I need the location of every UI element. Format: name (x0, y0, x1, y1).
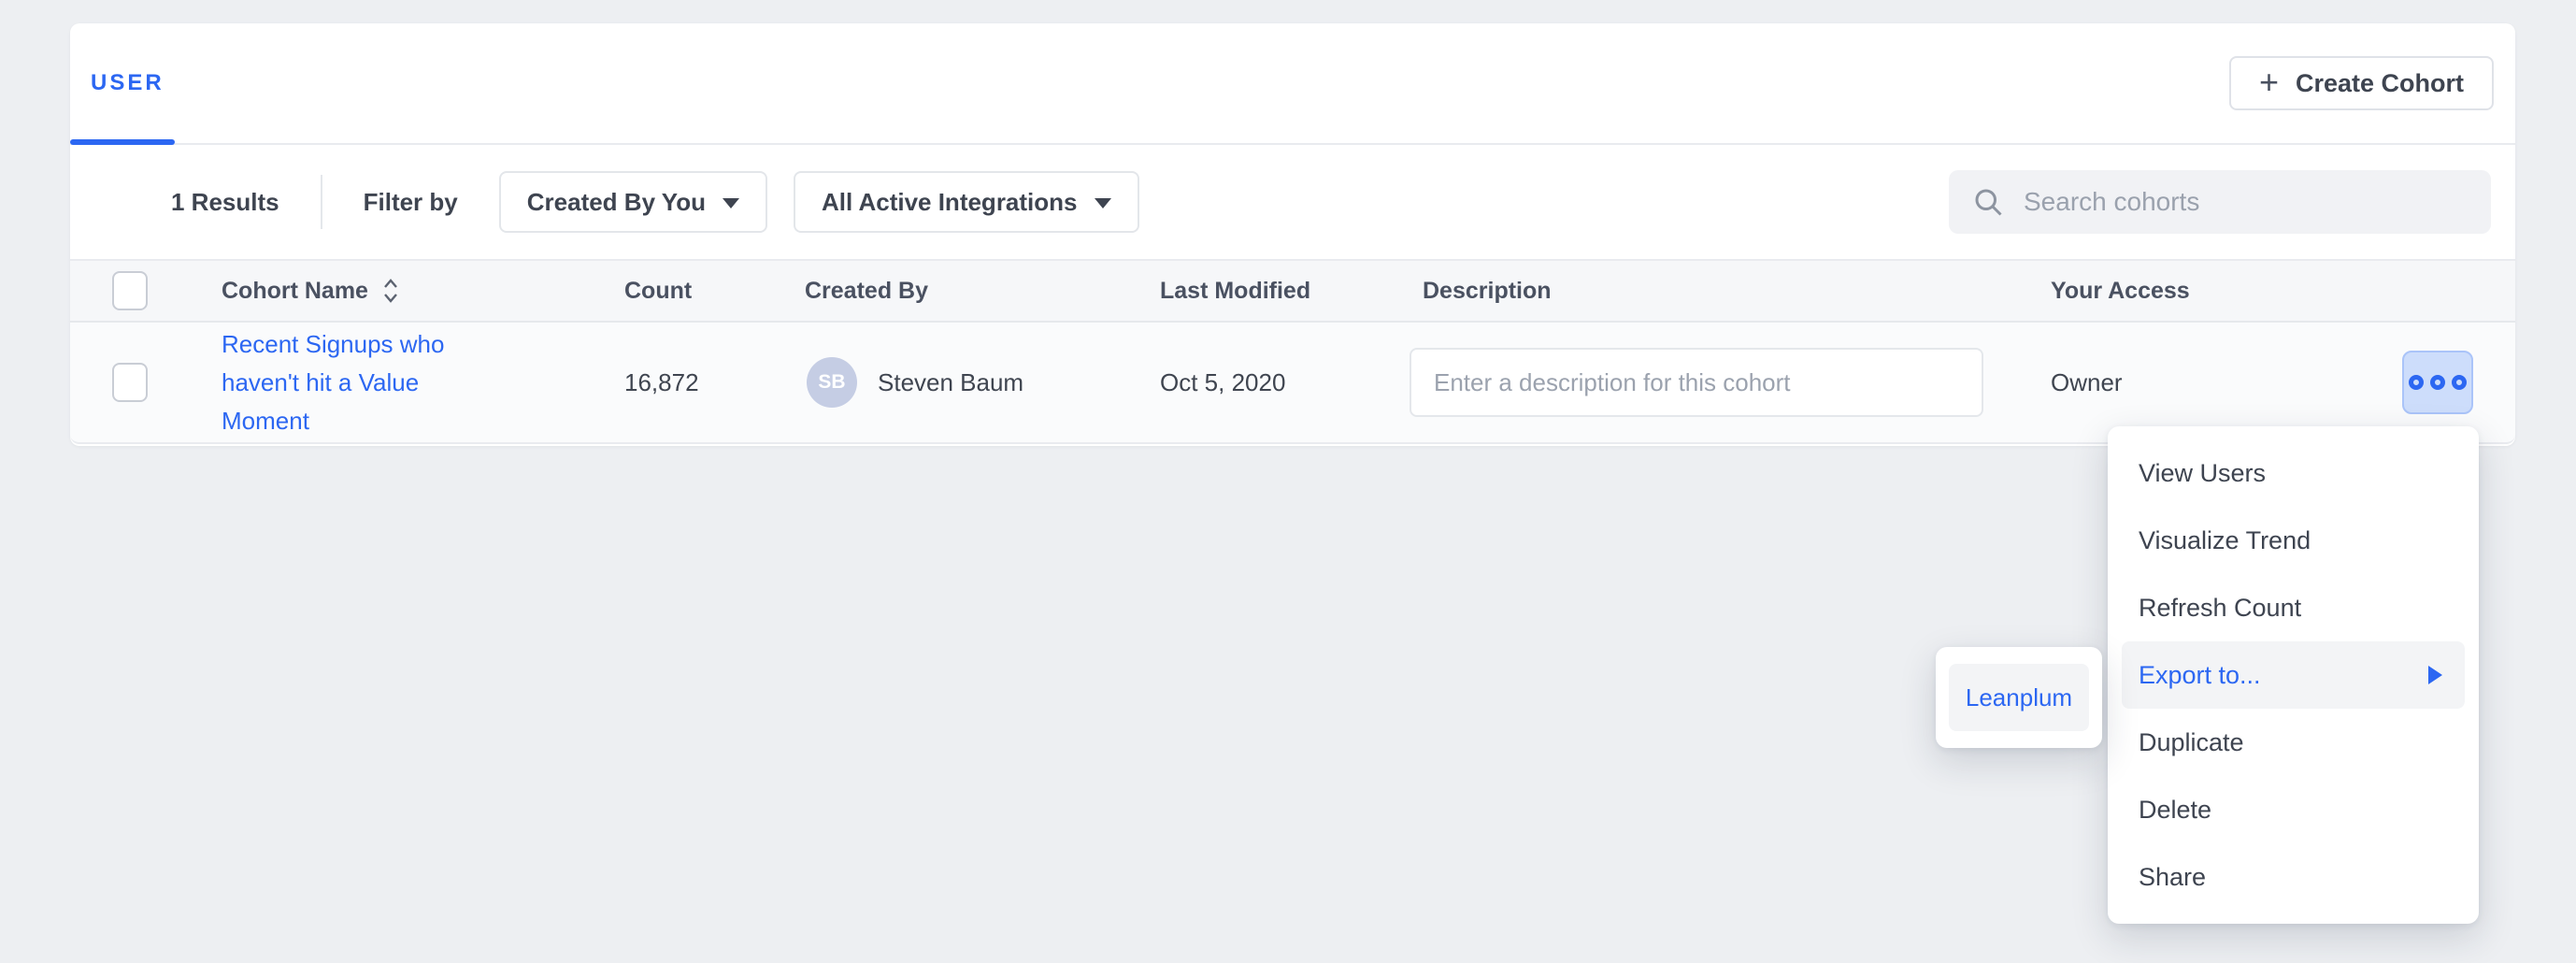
column-created-by[interactable]: Created By (805, 278, 1160, 305)
ellipsis-icon (2430, 375, 2445, 390)
tab-bar: USER + Create Cohort (70, 23, 2515, 145)
tab-user-label: USER (91, 70, 165, 96)
column-description[interactable]: Description (1410, 278, 2051, 305)
created-by-dropdown-value: Created By You (527, 188, 706, 217)
ellipsis-icon (2452, 375, 2467, 390)
search-icon (1971, 185, 2005, 219)
table-header: Cohort Name Count Created By Last Modifi… (70, 261, 2515, 323)
search-input[interactable] (2022, 186, 2472, 218)
menu-item-visualize-trend[interactable]: Visualize Trend (2108, 507, 2479, 574)
select-all-checkbox[interactable] (112, 271, 148, 310)
export-submenu: Leanplum (1936, 647, 2102, 748)
submenu-item-leanplum[interactable]: Leanplum (1949, 664, 2089, 731)
cohort-name-header-label: Cohort Name (222, 278, 368, 305)
menu-item-export-to-label: Export to... (2139, 661, 2261, 690)
search-cohorts-box[interactable] (1949, 170, 2491, 234)
submenu-arrow-icon (2428, 666, 2442, 684)
integrations-dropdown[interactable]: All Active Integrations (794, 171, 1139, 233)
filter-bar: 1 Results Filter by Created By You All A… (70, 145, 2515, 261)
column-last-modified[interactable]: Last Modified (1160, 278, 1410, 305)
sort-icon (381, 277, 400, 305)
row-actions-menu: View Users Visualize Trend Refresh Count… (2108, 426, 2479, 924)
menu-item-share[interactable]: Share (2108, 843, 2479, 911)
column-cohort-name[interactable]: Cohort Name (222, 277, 624, 305)
row-checkbox[interactable] (112, 363, 148, 402)
menu-item-export-to[interactable]: Export to... (2122, 641, 2465, 709)
created-by-name: Steven Baum (878, 368, 1023, 397)
cohorts-panel: USER + Create Cohort 1 Results Filter by… (70, 23, 2515, 446)
menu-item-refresh-count[interactable]: Refresh Count (2108, 574, 2479, 641)
cohort-name-link[interactable]: Recent Signups who haven't hit a Value M… (222, 325, 476, 440)
description-input[interactable] (1410, 348, 1983, 417)
column-count[interactable]: Count (624, 278, 805, 305)
results-count: 1 Results (171, 188, 279, 217)
tab-user[interactable]: USER (70, 23, 198, 143)
vertical-divider (321, 175, 322, 229)
filter-by-label: Filter by (364, 188, 458, 217)
menu-item-delete[interactable]: Delete (2108, 776, 2479, 843)
integrations-dropdown-value: All Active Integrations (822, 188, 1078, 217)
access-level: Owner (2051, 368, 2123, 397)
create-cohort-label: Create Cohort (2296, 69, 2464, 98)
chevron-down-icon (1095, 198, 1111, 208)
menu-item-duplicate[interactable]: Duplicate (2108, 709, 2479, 776)
last-modified-date: Oct 5, 2020 (1160, 368, 1410, 397)
created-by-dropdown[interactable]: Created By You (499, 171, 767, 233)
row-actions-button[interactable] (2402, 351, 2473, 414)
chevron-down-icon (723, 198, 739, 208)
avatar: SB (807, 357, 857, 408)
column-your-access[interactable]: Your Access (2051, 278, 2515, 305)
cohort-count: 16,872 (624, 368, 805, 397)
menu-item-view-users[interactable]: View Users (2108, 439, 2479, 507)
plus-icon: + (2259, 65, 2279, 99)
create-cohort-button[interactable]: + Create Cohort (2229, 56, 2494, 110)
ellipsis-icon (2409, 375, 2424, 390)
